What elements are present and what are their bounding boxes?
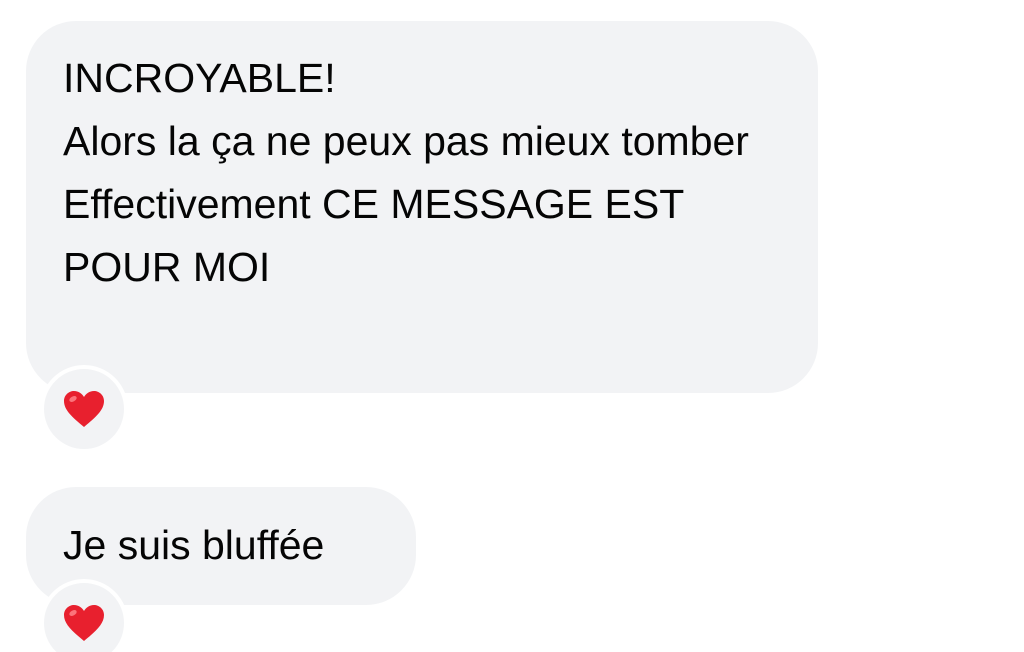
message-line: INCROYABLE! [63, 55, 336, 101]
heart-icon [64, 605, 104, 641]
message-bubble[interactable]: INCROYABLE! Alors la ça ne peux pas mieu… [26, 21, 818, 393]
heart-icon [64, 391, 104, 427]
message-thread: INCROYABLE! Alors la ça ne peux pas mieu… [0, 0, 1024, 652]
message-line: Effectivement CE MESSAGE EST POUR MOI [63, 181, 684, 290]
message-line: Je suis bluffée [63, 522, 325, 568]
message-line: Alors la ça ne peux pas mieux tomber [63, 118, 749, 164]
reaction-badge[interactable] [40, 365, 128, 453]
